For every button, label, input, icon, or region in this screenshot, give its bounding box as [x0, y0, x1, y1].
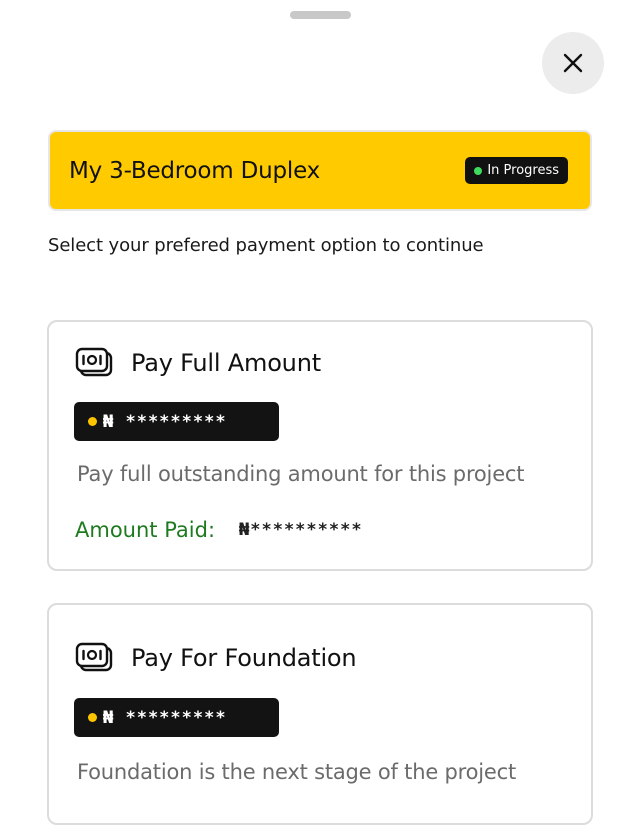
option-title: Pay For Foundation — [131, 644, 357, 672]
drag-handle[interactable] — [290, 11, 351, 19]
amount-pill: ₦ ********* — [74, 402, 279, 441]
payment-option-sheet: My 3-Bedroom Duplex In Progress Select y… — [0, 0, 640, 840]
instruction-text: Select your prefered payment option to c… — [48, 235, 484, 256]
option-description: Pay full outstanding amount for this pro… — [77, 462, 525, 486]
amount-value: ₦ ********* — [103, 411, 227, 432]
amount-value: ₦ ********* — [103, 707, 227, 728]
amount-paid-value: ₦********** — [239, 520, 363, 540]
cash-icon — [75, 642, 113, 672]
status-label: In Progress — [487, 163, 559, 178]
amount-dot — [88, 713, 97, 722]
option-header: Pay Full Amount — [75, 346, 321, 380]
option-title: Pay Full Amount — [131, 349, 321, 377]
amount-paid-label: Amount Paid: — [75, 518, 216, 542]
option-card-pay-for-foundation[interactable]: Pay For Foundation ₦ ********* Foundatio… — [47, 603, 593, 825]
status-badge: In Progress — [465, 157, 568, 184]
amount-dot — [88, 417, 97, 426]
option-card-pay-full-amount[interactable]: Pay Full Amount ₦ ********* Pay full out… — [47, 320, 593, 571]
status-dot — [474, 166, 483, 175]
close-icon — [563, 53, 583, 73]
option-description: Foundation is the next stage of the proj… — [77, 760, 516, 784]
close-button[interactable] — [542, 32, 604, 94]
project-title: My 3-Bedroom Duplex — [69, 157, 321, 184]
amount-pill: ₦ ********* — [74, 698, 279, 737]
amount-paid-row: Amount Paid: ₦********** — [75, 518, 363, 542]
option-header: Pay For Foundation — [75, 641, 357, 675]
project-banner: My 3-Bedroom Duplex In Progress — [48, 130, 592, 211]
cash-icon — [75, 347, 113, 377]
